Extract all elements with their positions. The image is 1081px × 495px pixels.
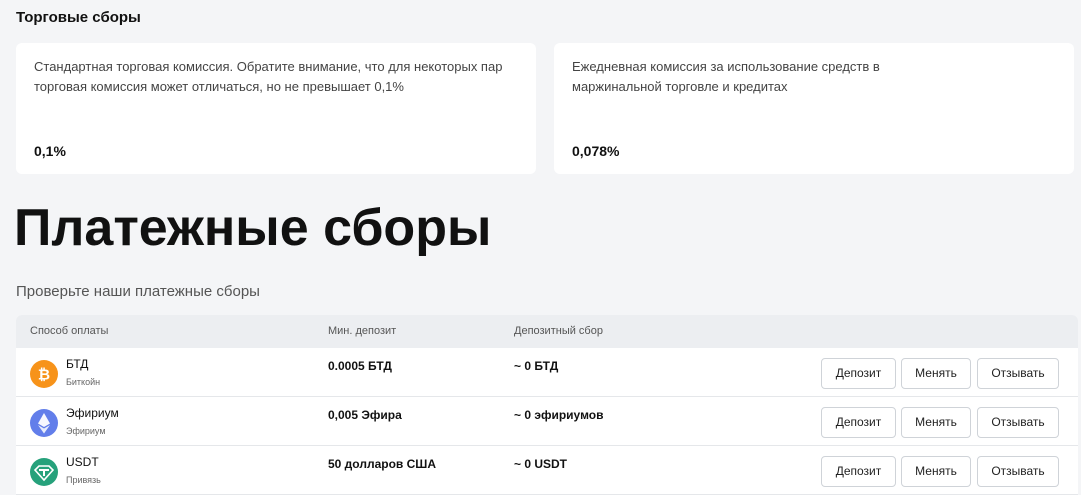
deposit-button[interactable]: Депозит (821, 407, 896, 438)
column-header-deposit-fee: Депозитный сбор (514, 325, 603, 337)
withdraw-button[interactable]: Отзывать (977, 456, 1059, 487)
svg-text:₿: ₿ (38, 366, 50, 384)
coin-subtitle: Биткойн (66, 377, 101, 387)
deposit-fee-value: ~ 0 БТД (514, 359, 559, 373)
margin-fee-value: 0,078% (572, 143, 620, 159)
payment-fees-table: Способ оплаты Мин. депозит Депозитный сб… (16, 315, 1078, 495)
trading-fee-card: Стандартная торговая комиссия. Обратите … (16, 43, 536, 174)
deposit-button[interactable]: Депозит (821, 456, 896, 487)
bitcoin-icon: ₿ (30, 360, 58, 388)
margin-fee-description: Ежедневная комиссия за использование сре… (572, 59, 880, 94)
withdraw-button[interactable]: Отзывать (977, 407, 1059, 438)
withdraw-button[interactable]: Отзывать (977, 358, 1059, 389)
coin-name: USDT (66, 455, 99, 469)
payment-fees-heading: Платежные сборы (14, 199, 492, 257)
exchange-button[interactable]: Менять (901, 358, 971, 389)
deposit-fee-value: ~ 0 эфириумов (514, 408, 604, 422)
coin-name: БТД (66, 357, 89, 371)
payment-fees-subheading: Проверьте наши платежные сборы (16, 283, 260, 300)
min-deposit-value: 0,005 Эфира (328, 408, 402, 422)
tether-icon (30, 458, 58, 486)
column-header-min-deposit: Мин. депозит (328, 325, 397, 337)
trading-fees-title: Торговые сборы (16, 9, 141, 26)
table-header: Способ оплаты Мин. депозит Депозитный сб… (16, 315, 1078, 348)
table-row: Эфириум Эфириум 0,005 Эфира ~ 0 эфириумо… (16, 397, 1078, 446)
min-deposit-value: 0.0005 БТД (328, 359, 392, 373)
table-row: ₿ БТД Биткойн 0.0005 БТД ~ 0 БТД Депозит… (16, 348, 1078, 397)
column-header-method: Способ оплаты (30, 325, 109, 337)
table-row: USDT Привязь 50 долларов США ~ 0 USDT Де… (16, 446, 1078, 495)
trading-fee-description: Стандартная торговая комиссия. Обратите … (34, 59, 503, 94)
trading-fee-value: 0,1% (34, 143, 66, 159)
deposit-fee-value: ~ 0 USDT (514, 457, 568, 471)
min-deposit-value: 50 долларов США (328, 457, 437, 471)
margin-fee-card: Ежедневная комиссия за использование сре… (554, 43, 1074, 174)
coin-subtitle: Эфириум (66, 426, 106, 436)
exchange-button[interactable]: Менять (901, 407, 971, 438)
coin-name: Эфириум (66, 406, 119, 420)
exchange-button[interactable]: Менять (901, 456, 971, 487)
coin-subtitle: Привязь (66, 475, 101, 485)
ethereum-icon (30, 409, 58, 437)
deposit-button[interactable]: Депозит (821, 358, 896, 389)
